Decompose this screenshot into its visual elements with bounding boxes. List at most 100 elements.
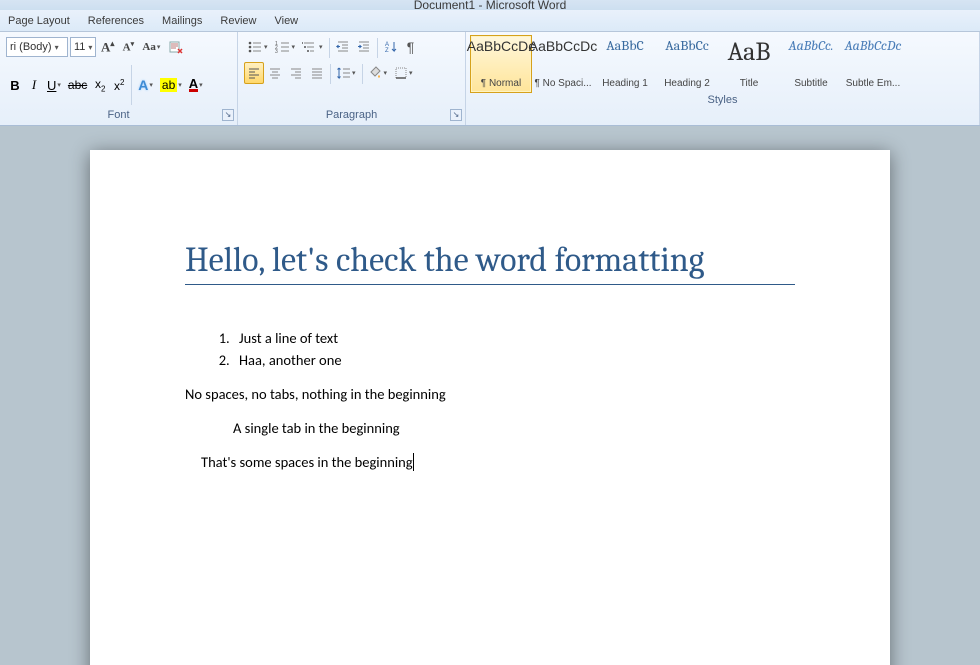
change-case-icon: Aa bbox=[142, 41, 155, 53]
font-color-button[interactable]: A▾ bbox=[186, 74, 206, 96]
paragraph-dialog-launcher[interactable]: ↘ bbox=[450, 109, 462, 121]
style-item-4[interactable]: AaB Title bbox=[718, 35, 780, 93]
superscript-button[interactable]: x2 bbox=[110, 74, 128, 96]
align-left-button[interactable] bbox=[244, 62, 264, 84]
separator bbox=[131, 65, 132, 105]
paragraph[interactable]: No spaces, no tabs, nothing in the begin… bbox=[185, 385, 795, 403]
clear-formatting-icon bbox=[168, 39, 184, 55]
text-effects-icon: A bbox=[138, 77, 148, 93]
highlight-icon: ab bbox=[160, 78, 177, 92]
style-item-6[interactable]: AaBbCcDc Subtle Em... bbox=[842, 35, 904, 93]
change-case-button[interactable]: Aa▾ bbox=[139, 36, 163, 58]
subscript-icon: x2 bbox=[95, 77, 105, 93]
borders-button[interactable]: ▾ bbox=[391, 62, 416, 84]
style-label: Heading 2 bbox=[664, 78, 710, 89]
style-item-3[interactable]: AaBbCcHeading 2 bbox=[656, 35, 718, 93]
multilevel-list-button[interactable]: ▾ bbox=[299, 36, 326, 58]
style-item-2[interactable]: AaBbCHeading 1 bbox=[594, 35, 656, 93]
styles-gallery[interactable]: AaBbCcDc¶ NormalAaBbCcDc¶ No Spaci...AaB… bbox=[466, 32, 979, 93]
tab-review[interactable]: Review bbox=[220, 15, 256, 27]
superscript-icon: x2 bbox=[114, 78, 124, 93]
style-preview: AaBbC bbox=[606, 39, 644, 53]
document-title[interactable]: Hello, let's check the word formatting bbox=[185, 240, 795, 285]
numbering-icon: 123 bbox=[275, 40, 291, 54]
chevron-down-icon: ▾ bbox=[178, 81, 182, 89]
decrease-indent-button[interactable] bbox=[333, 36, 353, 58]
style-label: ¶ No Spaci... bbox=[534, 78, 591, 89]
style-label: ¶ Normal bbox=[481, 78, 521, 89]
numbering-button[interactable]: 123▾ bbox=[272, 36, 299, 58]
style-preview: AaBbCcDc bbox=[467, 39, 535, 53]
chevron-down-icon: ▾ bbox=[57, 81, 61, 89]
strikethrough-icon: abc bbox=[68, 78, 87, 92]
underline-icon: U bbox=[47, 78, 56, 93]
italic-button[interactable]: I bbox=[25, 74, 43, 96]
separator bbox=[362, 64, 363, 84]
grow-font-button[interactable]: A▴ bbox=[98, 36, 117, 58]
clear-formatting-button[interactable] bbox=[165, 36, 187, 58]
style-label: Subtle Em... bbox=[846, 78, 900, 89]
paragraph[interactable]: A single tab in the beginning bbox=[185, 419, 795, 437]
align-right-button[interactable] bbox=[286, 62, 306, 84]
text-effects-button[interactable]: A▾ bbox=[135, 74, 156, 96]
numbered-list[interactable]: Just a line of text Haa, another one bbox=[233, 329, 795, 369]
style-label: Title bbox=[740, 78, 759, 89]
separator bbox=[330, 64, 331, 84]
group-styles: AaBbCcDc¶ NormalAaBbCcDc¶ No Spaci...AaB… bbox=[466, 32, 980, 125]
document-workspace[interactable]: Hello, let's check the word formatting J… bbox=[0, 126, 980, 665]
bullets-button[interactable]: ▾ bbox=[244, 36, 271, 58]
bold-icon: B bbox=[10, 78, 19, 93]
tab-references[interactable]: References bbox=[88, 15, 144, 27]
font-dialog-launcher[interactable]: ↘ bbox=[222, 109, 234, 121]
align-center-icon bbox=[268, 66, 282, 80]
subscript-button[interactable]: x2 bbox=[91, 74, 109, 96]
line-spacing-icon bbox=[337, 66, 351, 80]
pilcrow-icon: ¶ bbox=[407, 39, 415, 55]
style-preview: AaBbCcDc bbox=[845, 39, 902, 53]
list-item[interactable]: Just a line of text bbox=[233, 329, 795, 347]
font-color-icon: A bbox=[189, 78, 198, 92]
decrease-indent-icon bbox=[336, 40, 350, 54]
list-item[interactable]: Haa, another one bbox=[233, 351, 795, 369]
group-label-font: Font↘ bbox=[0, 108, 237, 125]
justify-button[interactable] bbox=[307, 62, 327, 84]
chevron-down-icon: ▾ bbox=[292, 43, 296, 51]
strikethrough-button[interactable]: abc bbox=[65, 74, 90, 96]
font-name-value: ri (Body) bbox=[10, 41, 52, 53]
sort-button[interactable]: AZ bbox=[381, 36, 401, 58]
group-paragraph: ▾ 123▾ ▾ AZ ¶ ▾ ▾ ▾ Para bbox=[238, 32, 466, 125]
chevron-down-icon: ▾ bbox=[149, 81, 153, 89]
document-page[interactable]: Hello, let's check the word formatting J… bbox=[90, 150, 890, 665]
chevron-down-icon: ▾ bbox=[409, 69, 413, 77]
style-item-1[interactable]: AaBbCcDc ¶ No Spaci... bbox=[532, 35, 594, 93]
tab-page-layout[interactable]: Page Layout bbox=[8, 15, 70, 27]
show-marks-button[interactable]: ¶ bbox=[402, 36, 420, 58]
text-cursor bbox=[413, 453, 414, 471]
shading-button[interactable]: ▾ bbox=[366, 62, 391, 84]
increase-indent-button[interactable] bbox=[354, 36, 374, 58]
style-preview: AaB bbox=[728, 39, 771, 65]
grow-font-icon: A▴ bbox=[101, 39, 114, 55]
align-center-button[interactable] bbox=[265, 62, 285, 84]
chevron-down-icon: ▾ bbox=[352, 69, 356, 77]
titlebar bbox=[0, 0, 980, 10]
svg-text:3: 3 bbox=[275, 49, 278, 54]
highlight-button[interactable]: ab▾ bbox=[157, 74, 185, 96]
font-size-combo[interactable]: 11▾ bbox=[70, 37, 96, 57]
line-spacing-button[interactable]: ▾ bbox=[334, 62, 359, 84]
paragraph[interactable]: That's some spaces in the beginning bbox=[185, 453, 795, 471]
shrink-font-button[interactable]: A▾ bbox=[119, 36, 137, 58]
bold-button[interactable]: B bbox=[6, 74, 24, 96]
style-item-5[interactable]: AaBbCc.Subtitle bbox=[780, 35, 842, 93]
separator bbox=[377, 38, 378, 58]
font-name-combo[interactable]: ri (Body)▾ bbox=[6, 37, 68, 57]
tab-view[interactable]: View bbox=[274, 15, 298, 27]
shrink-font-icon: A▾ bbox=[123, 40, 134, 54]
style-preview: AaBbCcDc bbox=[529, 39, 597, 53]
svg-text:Z: Z bbox=[385, 48, 389, 54]
chevron-down-icon: ▾ bbox=[55, 43, 59, 52]
tab-mailings[interactable]: Mailings bbox=[162, 15, 202, 27]
style-item-0[interactable]: AaBbCcDc ¶ Normal bbox=[470, 35, 532, 93]
underline-button[interactable]: U▾ bbox=[44, 74, 64, 96]
align-right-icon bbox=[289, 66, 303, 80]
